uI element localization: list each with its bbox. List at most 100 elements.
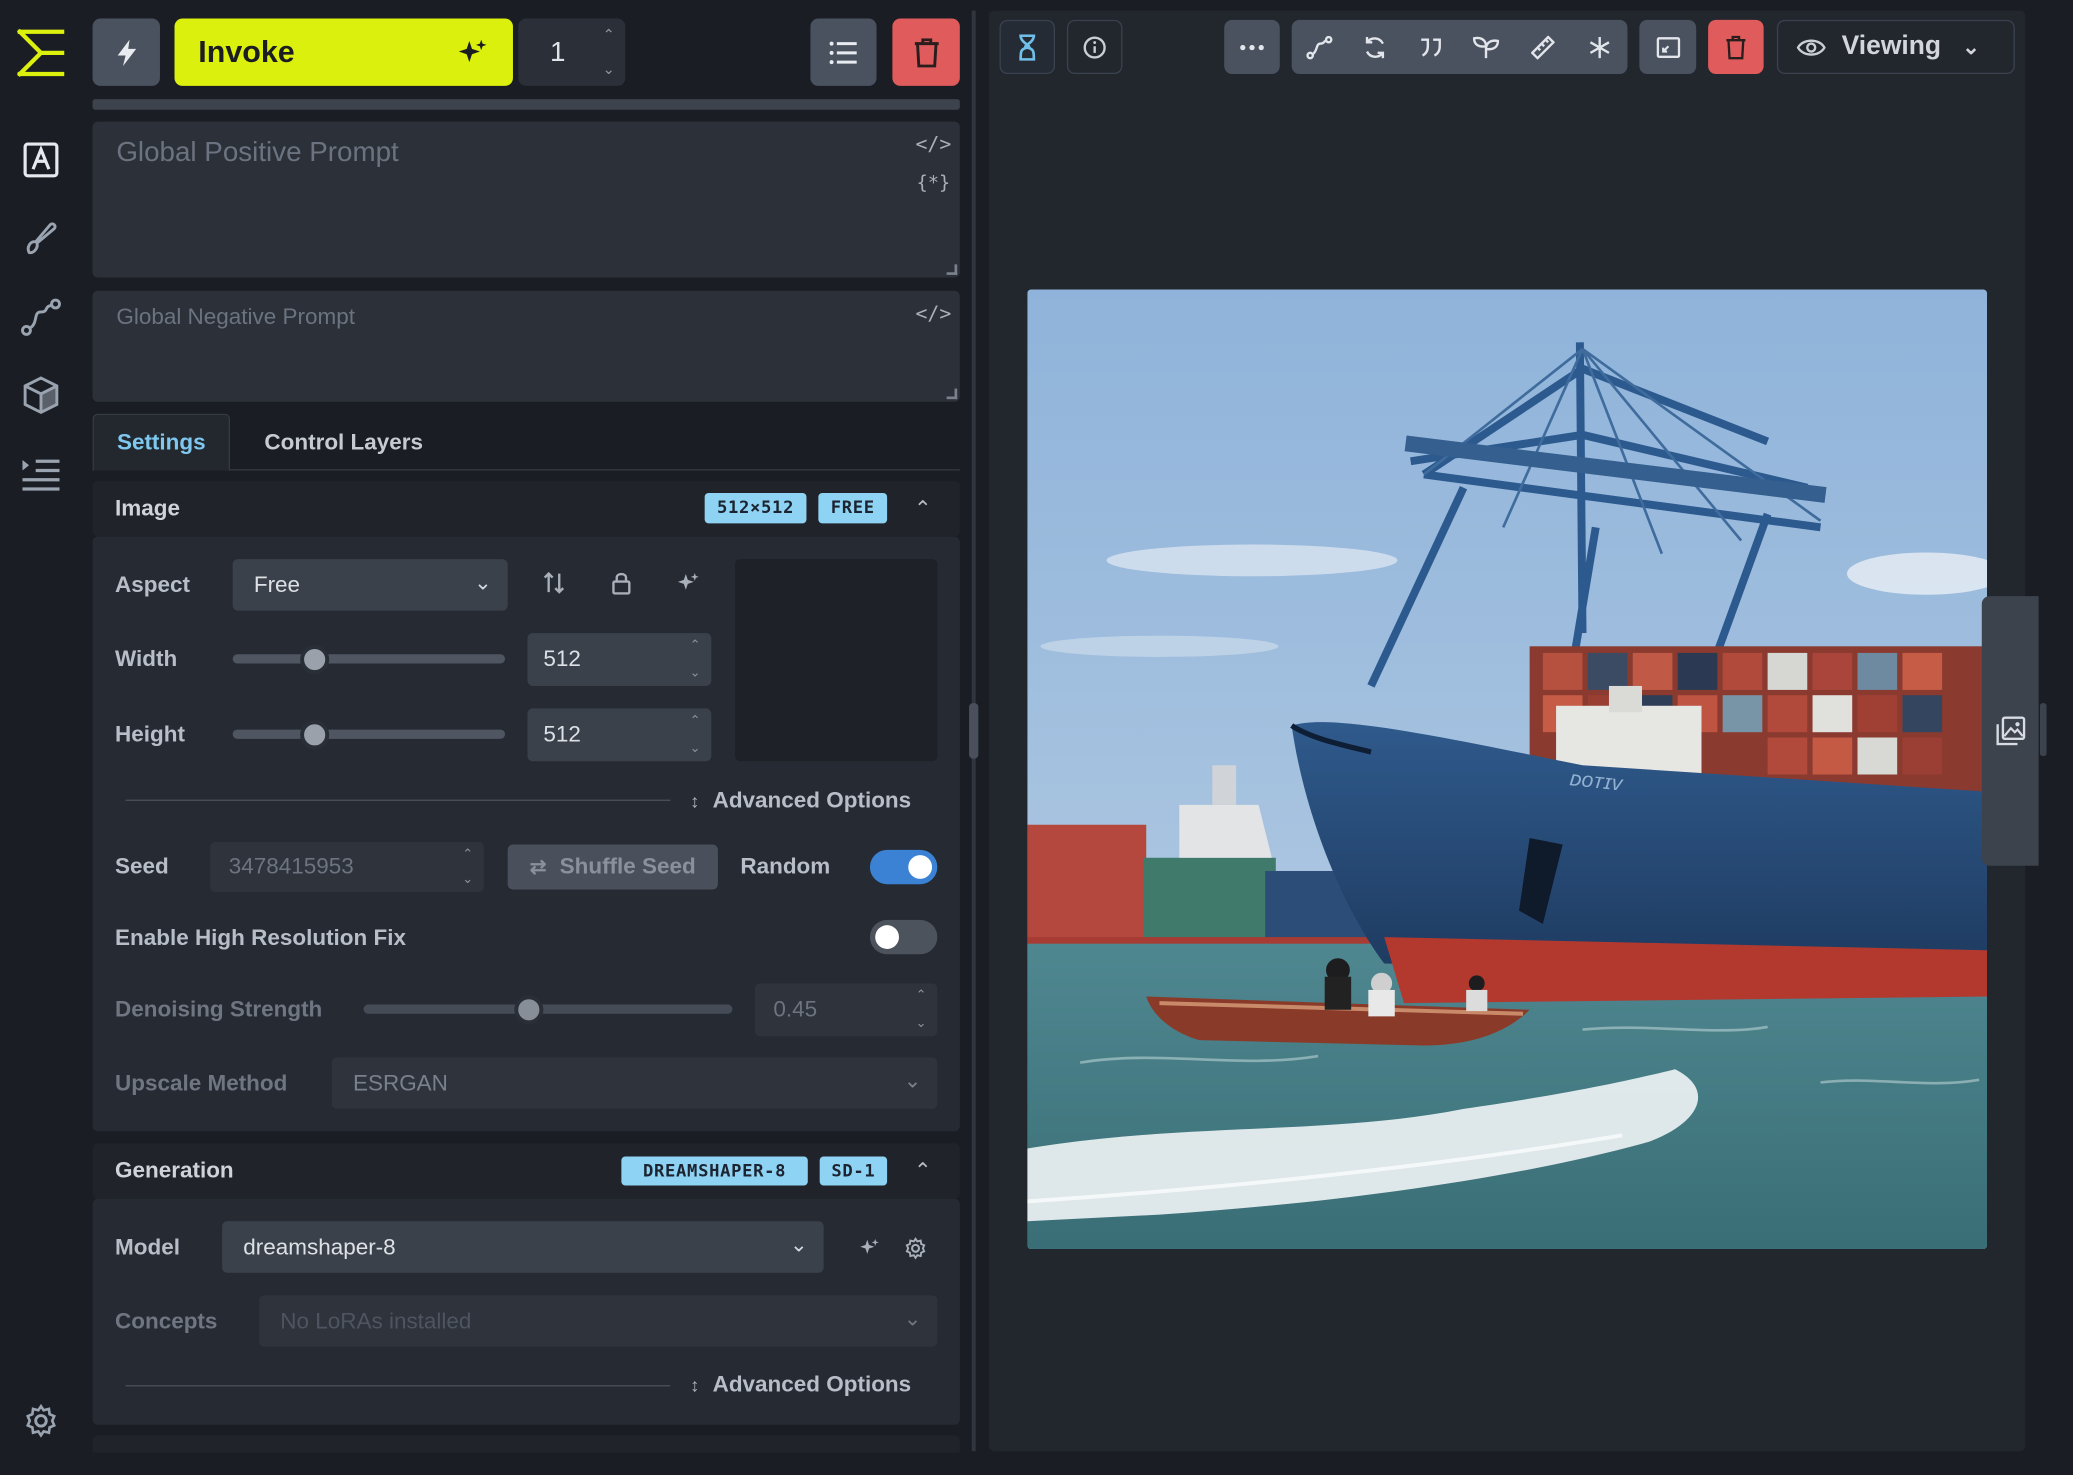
delete-image-button[interactable]	[1708, 19, 1764, 75]
denoising-slider-track[interactable]	[363, 1004, 733, 1014]
settings-gear-icon[interactable]	[17, 1397, 65, 1445]
height-slider-track[interactable]	[232, 729, 506, 739]
model-label: Model	[115, 1234, 180, 1260]
tab-control-layers[interactable]: Control Layers	[243, 414, 444, 471]
denoising-slider-thumb[interactable]	[514, 995, 544, 1025]
hires-fix-toggle[interactable]	[869, 919, 938, 955]
negative-prompt-field[interactable]: Global Negative Prompt </>	[92, 290, 960, 402]
chevron-down-icon: ⌄	[903, 1070, 922, 1094]
shuffle-icon: ⇄	[529, 856, 547, 879]
post-process-button[interactable]	[1571, 20, 1628, 74]
hourglass-icon	[1019, 33, 1036, 61]
chevron-down-icon[interactable]: ⌄	[916, 1016, 927, 1031]
tab-settings-label: Settings	[116, 429, 206, 455]
swap-dimensions-icon[interactable]	[539, 568, 568, 597]
height-input[interactable]: 512 ⌃ ⌄	[527, 708, 712, 762]
chevron-up-icon[interactable]: ⌃	[916, 989, 927, 1004]
chevron-down-icon[interactable]: ⌄	[690, 666, 701, 681]
denoising-stepper[interactable]: ⌃ ⌄	[916, 989, 927, 1031]
advanced-options-toggle[interactable]: ↕ Advanced Options	[690, 786, 911, 815]
clear-queue-button[interactable]	[892, 18, 960, 86]
generated-image[interactable]: ᴅᴏᴛɪᴠ	[1027, 289, 1988, 1249]
models-cube-icon[interactable]	[17, 371, 65, 419]
random-toggle[interactable]	[869, 849, 938, 885]
use-workflow-button[interactable]	[1292, 20, 1348, 74]
gallery-panel-toggle[interactable]	[1981, 596, 2039, 866]
chevron-up-icon[interactable]: ⌃	[910, 496, 936, 522]
chevron-up-icon[interactable]: ⌃	[603, 26, 615, 44]
seed-input[interactable]: 3478415953 ⌃ ⌄	[210, 841, 484, 893]
chevron-down-icon[interactable]: ⌄	[603, 61, 615, 78]
viewing-label: Viewing	[1841, 31, 1942, 61]
dynamic-prompt-icon[interactable]: {*}	[917, 169, 950, 198]
sparkles-icon[interactable]	[855, 1233, 884, 1262]
lightning-icon	[117, 38, 136, 66]
generation-section-header[interactable]: Generation DREAMSHAPER-8 SD-1 ⌃	[92, 1143, 960, 1199]
viewing-mode-select[interactable]: Viewing ⌄	[1776, 19, 2015, 75]
upscale-label: Upscale Method	[115, 1070, 288, 1096]
image-section-body: Aspect Free ⌄ Width 512 ⌃ ⌄ Height 512 ⌃ ⌄	[92, 536, 960, 1132]
concepts-select[interactable]: No LoRAs installed ⌄	[259, 1295, 938, 1347]
compare-button[interactable]	[1639, 19, 1697, 75]
chevron-up-icon[interactable]: ⌃	[690, 714, 701, 729]
width-slider-track[interactable]	[232, 654, 506, 664]
iterations-input[interactable]: 1 ⌃ ⌄	[518, 18, 626, 86]
info-icon	[1083, 35, 1106, 59]
chevron-down-icon[interactable]: ⌄	[690, 741, 701, 756]
more-options-button[interactable]	[1224, 19, 1280, 75]
denoising-input[interactable]: 0.45 ⌃ ⌄	[754, 983, 938, 1037]
queue-list-button[interactable]	[810, 18, 877, 86]
invoke-button[interactable]: Invoke	[174, 18, 513, 86]
aspect-select[interactable]: Free ⌄	[232, 559, 508, 611]
trash-icon	[1726, 35, 1746, 59]
positive-prompt-field[interactable]: Global Positive Prompt </> {*}	[92, 121, 960, 278]
queue-list-icon[interactable]	[17, 451, 65, 499]
progress-toggle-button[interactable]	[999, 19, 1056, 75]
random-label: Random	[740, 853, 831, 879]
resize-handle-icon[interactable]	[946, 388, 958, 400]
advanced-options-toggle[interactable]: ↕ Advanced Options	[690, 1371, 911, 1400]
model-value: dreamshaper-8	[243, 1233, 396, 1259]
chevron-up-icon[interactable]: ⌃	[910, 1158, 936, 1184]
width-value: 512	[543, 646, 581, 672]
height-value: 512	[543, 721, 581, 747]
code-icon[interactable]: </>	[915, 130, 951, 159]
height-stepper[interactable]: ⌃ ⌄	[690, 714, 701, 756]
recall-all-button[interactable]	[1347, 20, 1403, 74]
width-slider-thumb[interactable]	[300, 644, 330, 675]
tab-settings[interactable]: Settings	[92, 413, 231, 471]
width-stepper[interactable]: ⌃ ⌄	[690, 638, 701, 680]
code-icon[interactable]: </>	[915, 299, 951, 328]
image-section-header[interactable]: Image 512×512 FREE ⌃	[92, 481, 960, 537]
height-slider-thumb[interactable]	[300, 720, 330, 750]
model-badge: DREAMSHAPER-8	[621, 1156, 808, 1186]
recall-seed-button[interactable]	[1458, 20, 1514, 74]
workflows-icon[interactable]	[17, 293, 65, 341]
panel-resize-handle[interactable]	[969, 703, 979, 759]
model-select[interactable]: dreamshaper-8 ⌄	[222, 1221, 824, 1273]
lock-icon[interactable]	[607, 568, 636, 597]
iterations-stepper[interactable]: ⌃ ⌄	[603, 26, 615, 78]
use-size-button[interactable]	[1515, 20, 1571, 74]
canvas-brush-icon[interactable]	[17, 214, 65, 262]
width-input[interactable]: 512 ⌃ ⌄	[527, 633, 712, 686]
app-logo[interactable]	[16, 26, 66, 79]
aspect-badge: FREE	[818, 492, 888, 524]
text-to-image-tab-icon[interactable]	[17, 136, 65, 184]
shuffle-seed-button[interactable]: ⇄ Shuffle Seed	[507, 844, 718, 890]
chevron-down-icon: ⌄	[790, 1234, 808, 1257]
quick-action-button[interactable]	[92, 18, 160, 86]
upscale-select[interactable]: ESRGAN ⌄	[331, 1057, 938, 1109]
sparkles-icon[interactable]	[674, 568, 703, 597]
resize-handle-icon[interactable]	[946, 264, 958, 275]
width-label: Width	[115, 646, 178, 672]
chevron-down-icon[interactable]: ⌄	[462, 872, 473, 887]
quote-icon	[1421, 37, 1441, 56]
seed-stepper[interactable]: ⌃ ⌄	[462, 847, 473, 887]
chevron-up-icon[interactable]: ⌃	[462, 847, 473, 862]
right-edge-handle[interactable]	[2039, 703, 2047, 757]
gear-icon[interactable]	[900, 1233, 929, 1262]
chevron-up-icon[interactable]: ⌃	[690, 638, 701, 653]
recall-prompts-button[interactable]	[1403, 20, 1459, 74]
image-info-button[interactable]	[1066, 19, 1123, 75]
